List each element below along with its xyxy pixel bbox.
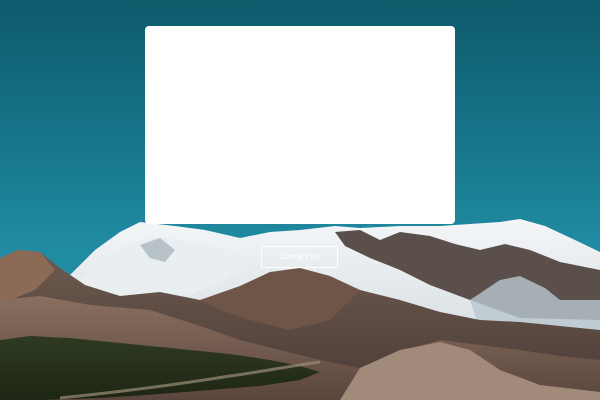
content-card [145,26,455,224]
hero-section: Contact us [0,0,600,400]
contact-us-button[interactable]: Contact us [261,246,338,268]
